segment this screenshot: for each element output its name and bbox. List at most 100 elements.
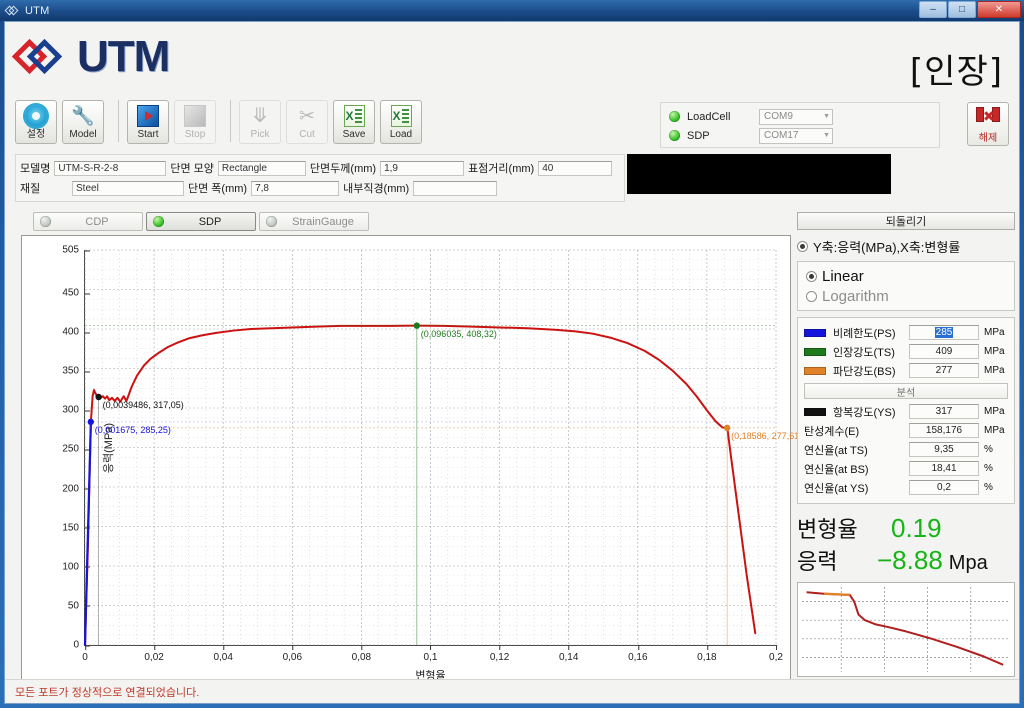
- ys-value-field[interactable]: 317: [909, 404, 979, 419]
- utm-logo-icon: [4, 4, 20, 18]
- chart-y-tick: 505: [62, 245, 90, 256]
- analyze-button[interactable]: 분석: [804, 383, 1008, 399]
- start-button[interactable]: Start: [127, 100, 169, 144]
- ts-color-swatch: [804, 347, 826, 356]
- metric-row-el-bs: 연신율(at BS) 18,41 %: [804, 459, 1008, 478]
- specimen-row-1: 모델명 UTM-S-R-2-8 단면 모양 Rectangle 단면두께(mm)…: [20, 158, 620, 178]
- scissors-icon: ✂: [299, 105, 315, 127]
- inner-diameter-field[interactable]: [413, 180, 498, 196]
- test-mode-label: [인장]: [909, 52, 1003, 92]
- scale-option-logarithm[interactable]: Logarithm: [806, 286, 1006, 306]
- ts-unit: MPa: [984, 346, 1005, 357]
- sdp-tab-status-led: [153, 216, 164, 227]
- metric-row-e: 탄성계수(E) 158,176 MPa: [804, 421, 1008, 440]
- title-bar: UTM – □ ✕: [0, 0, 1024, 21]
- axis-mode-radio[interactable]: Y축:응력(MPa),X축:변형률: [797, 237, 1015, 256]
- ys-color-swatch: [804, 407, 826, 416]
- maximize-button[interactable]: □: [948, 1, 976, 18]
- section-width-field[interactable]: 7,8: [251, 180, 340, 196]
- save-button[interactable]: Save: [333, 100, 375, 144]
- chart-y-tick: 100: [62, 561, 90, 572]
- toolbar-separator-1: [118, 100, 119, 142]
- gauge-length-field[interactable]: 40: [538, 160, 613, 176]
- utm-brand-icon: [11, 34, 73, 80]
- result-row-ts: 인장강도(TS) 409 MPa: [804, 342, 1008, 361]
- model-button[interactable]: 🔧 Model: [62, 100, 104, 144]
- elongation-ts-unit: %: [984, 444, 993, 455]
- load-button[interactable]: Load: [380, 100, 422, 144]
- chart-x-tick: 0,02: [144, 645, 164, 663]
- chart-y-tick: 150: [62, 522, 90, 533]
- elongation-bs-unit: %: [984, 463, 993, 474]
- straingauge-status-led: [266, 216, 277, 227]
- window-title: UTM: [25, 4, 50, 17]
- ts-value-field[interactable]: 409: [909, 344, 979, 359]
- close-button[interactable]: ✕: [977, 1, 1021, 18]
- brand-text: UTM: [77, 32, 170, 81]
- inner-diameter-label: 내부직경(mm): [343, 183, 410, 195]
- stop-button[interactable]: Stop: [174, 100, 216, 144]
- model-name-field[interactable]: UTM-S-R-2-8: [54, 160, 167, 176]
- live-strain-label: 변형율: [797, 517, 858, 542]
- radio-icon: [806, 270, 817, 282]
- axis-mode-label: Y축:응력(MPa),X축:변형률: [813, 240, 961, 255]
- chart-x-tick: 0,12: [490, 645, 509, 663]
- ps-value-field[interactable]: 285: [909, 325, 979, 340]
- radio-icon: [806, 290, 817, 302]
- live-stress-label: 응력: [797, 549, 838, 574]
- chart-plot-area[interactable]: 응력(MPa) 변형율 0 50 100 150 200 250 300 350 400 450 5…: [62, 245, 802, 683]
- stop-button-label: Stop: [184, 129, 206, 140]
- scale-option-logarithm-label: Logarithm: [822, 287, 889, 305]
- section-shape-field[interactable]: Rectangle: [217, 160, 306, 176]
- client-area: UTM [인장] 설정 🔧 Model Start Stop ⤋ Pick ✂ …: [4, 21, 1020, 704]
- ts-label: 인장강도(TS): [833, 346, 895, 359]
- minimize-button[interactable]: –: [919, 1, 947, 18]
- ps-color-swatch: [804, 328, 826, 337]
- material-field[interactable]: Steel: [72, 180, 184, 196]
- cdp-status-led: [40, 216, 51, 227]
- result-row-ps: 비례한도(PS) 285 MPa: [804, 323, 1008, 342]
- toolbar-separator-2: [230, 100, 231, 142]
- radio-icon: [797, 241, 808, 252]
- chart-x-tick: 0,2: [769, 645, 783, 663]
- sdp-port-select[interactable]: COM17 ▼: [759, 127, 833, 144]
- loadcell-port-value: COM9: [764, 111, 793, 122]
- ys-unit: MPa: [984, 406, 1005, 417]
- start-button-label: Start: [137, 129, 159, 140]
- sensor-tab-sdp[interactable]: SDP: [146, 212, 256, 231]
- chart-y-tick: 50: [68, 600, 91, 611]
- elongation-bs-field[interactable]: 18,41: [909, 461, 979, 476]
- stress-strain-chart[interactable]: 응력(MPa) 변형율 0 50 100 150 200 250 300 350 400 450 5…: [21, 235, 802, 695]
- elongation-ys-unit: %: [984, 482, 993, 493]
- cut-button-label: Cut: [299, 129, 315, 140]
- scale-option-linear[interactable]: Linear: [806, 266, 1006, 286]
- pick-button[interactable]: ⤋ Pick: [239, 100, 281, 144]
- ys-label: 항복강도(YS): [833, 406, 896, 419]
- play-icon: [135, 104, 161, 128]
- disconnect-button[interactable]: ✖ 해제: [967, 102, 1009, 146]
- cut-button[interactable]: ✂ Cut: [286, 100, 328, 144]
- loadcell-status-led: [669, 111, 680, 122]
- loadcell-label: LoadCell: [687, 110, 731, 123]
- app-logo: UTM: [11, 32, 170, 81]
- sensor-tab-cdp[interactable]: CDP: [33, 212, 143, 231]
- elongation-ys-field[interactable]: 0,2: [909, 480, 979, 495]
- live-stress-row: 응력 −8.88 Mpa: [797, 544, 1015, 576]
- chart-y-tick: 400: [62, 327, 90, 338]
- utm-application-window: UTM – □ ✕ UTM [인장] 설정 🔧 Model Start Stop…: [0, 0, 1024, 708]
- chart-y-tick: 350: [62, 366, 90, 377]
- bs-value-field[interactable]: 277: [909, 363, 979, 378]
- elongation-ts-field[interactable]: 9,35: [909, 442, 979, 457]
- bs-unit: MPa: [984, 365, 1005, 376]
- result-row-bs: 파단강도(BS) 277 MPa: [804, 361, 1008, 380]
- chart-x-tick: 0: [82, 645, 88, 663]
- loadcell-port-select[interactable]: COM9 ▼: [759, 108, 833, 125]
- sensor-tab-straingauge[interactable]: StrainGauge: [259, 212, 369, 231]
- settings-button[interactable]: 설정: [15, 100, 57, 144]
- chart-y-tick: 450: [62, 288, 90, 299]
- undo-button[interactable]: 되돌리기: [797, 212, 1015, 230]
- elastic-modulus-field[interactable]: 158,176: [909, 423, 979, 438]
- video-preview-panel: [627, 154, 891, 194]
- thickness-field[interactable]: 1,9: [380, 160, 465, 176]
- specimen-info-panel: 모델명 UTM-S-R-2-8 단면 모양 Rectangle 단면두께(mm)…: [15, 154, 625, 202]
